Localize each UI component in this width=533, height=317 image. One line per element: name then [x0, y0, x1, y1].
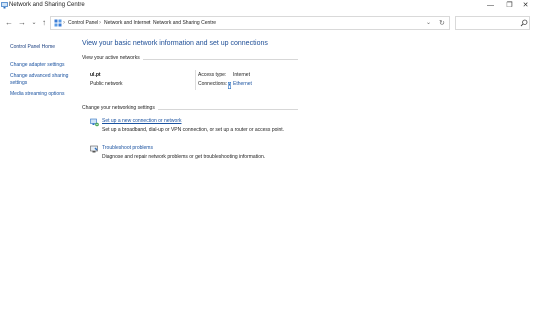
troubleshoot-problems-link[interactable]: Troubleshoot problems	[102, 145, 153, 152]
new-connection-icon	[90, 118, 99, 127]
address-bar[interactable]: › Control Panel › Network and Internet ›…	[50, 16, 450, 30]
page-title: View your basic network information and …	[82, 40, 268, 47]
active-networks-heading: View your active networks	[82, 55, 143, 62]
control-panel-icon	[54, 19, 62, 27]
troubleshoot-icon	[90, 145, 98, 153]
active-networks-section-header: View your active networks	[82, 55, 298, 63]
search-icon[interactable]	[520, 19, 528, 27]
network-type: Public network	[90, 81, 123, 87]
sidebar-item-control-panel-home[interactable]: Control Panel Home	[10, 44, 55, 51]
forward-button[interactable]: →	[16, 17, 28, 29]
close-button[interactable]: ✕	[515, 0, 533, 11]
breadcrumb-separator: ›	[63, 20, 65, 26]
sidebar-item-change-advanced-sharing-settings[interactable]: settings	[10, 80, 27, 87]
ethernet-connection-link[interactable]: Ethernet	[233, 81, 252, 88]
breadcrumb-control-panel[interactable]: Control Panel	[68, 20, 98, 27]
minimize-button[interactable]: —	[480, 0, 501, 11]
network-info-divider	[195, 70, 196, 90]
window-title: Network and Sharing Centre	[9, 2, 85, 8]
refresh-icon[interactable]: ↻	[439, 19, 445, 28]
network-centre-app-icon	[1, 2, 8, 9]
up-button[interactable]: ↑	[38, 17, 50, 29]
search-input[interactable]	[455, 16, 530, 30]
troubleshoot-problems-description: Diagnose and repair network problems or …	[102, 154, 266, 160]
change-settings-section-header: Change your networking settings	[82, 105, 298, 113]
sidebar-item-change-advanced-sharing[interactable]: Change advanced sharing	[10, 73, 68, 80]
setup-new-connection-description: Set up a broadband, dial-up or VPN conne…	[102, 127, 285, 133]
access-type-label: Access type:	[198, 72, 227, 78]
breadcrumb-network-and-internet[interactable]: Network and Internet	[104, 20, 150, 27]
sidebar-item-media-streaming-options[interactable]: Media streaming options	[10, 91, 64, 98]
breadcrumb-network-and-sharing-centre[interactable]: Network and Sharing Centre	[153, 20, 216, 27]
breadcrumb-separator: ›	[99, 20, 101, 26]
sidebar-item-change-adapter-settings[interactable]: Change adapter settings	[10, 62, 64, 69]
title-bar: Network and Sharing Centre — ❐ ✕	[0, 0, 533, 12]
network-name: ul.pt	[90, 72, 101, 78]
back-button[interactable]: ←	[3, 17, 15, 29]
chevron-down-icon[interactable]: ⌄	[426, 19, 431, 28]
setup-new-connection-link[interactable]: Set up a new connection or network	[102, 118, 182, 125]
navigation-bar: ← → ⌄ ↑ › Control Panel › Network and In…	[0, 15, 533, 33]
breadcrumb-separator: ›	[148, 20, 150, 26]
change-settings-heading: Change your networking settings	[82, 105, 158, 112]
access-type-value: Internet	[233, 72, 250, 78]
connections-label: Connections:	[198, 81, 228, 87]
ethernet-icon	[228, 82, 231, 89]
